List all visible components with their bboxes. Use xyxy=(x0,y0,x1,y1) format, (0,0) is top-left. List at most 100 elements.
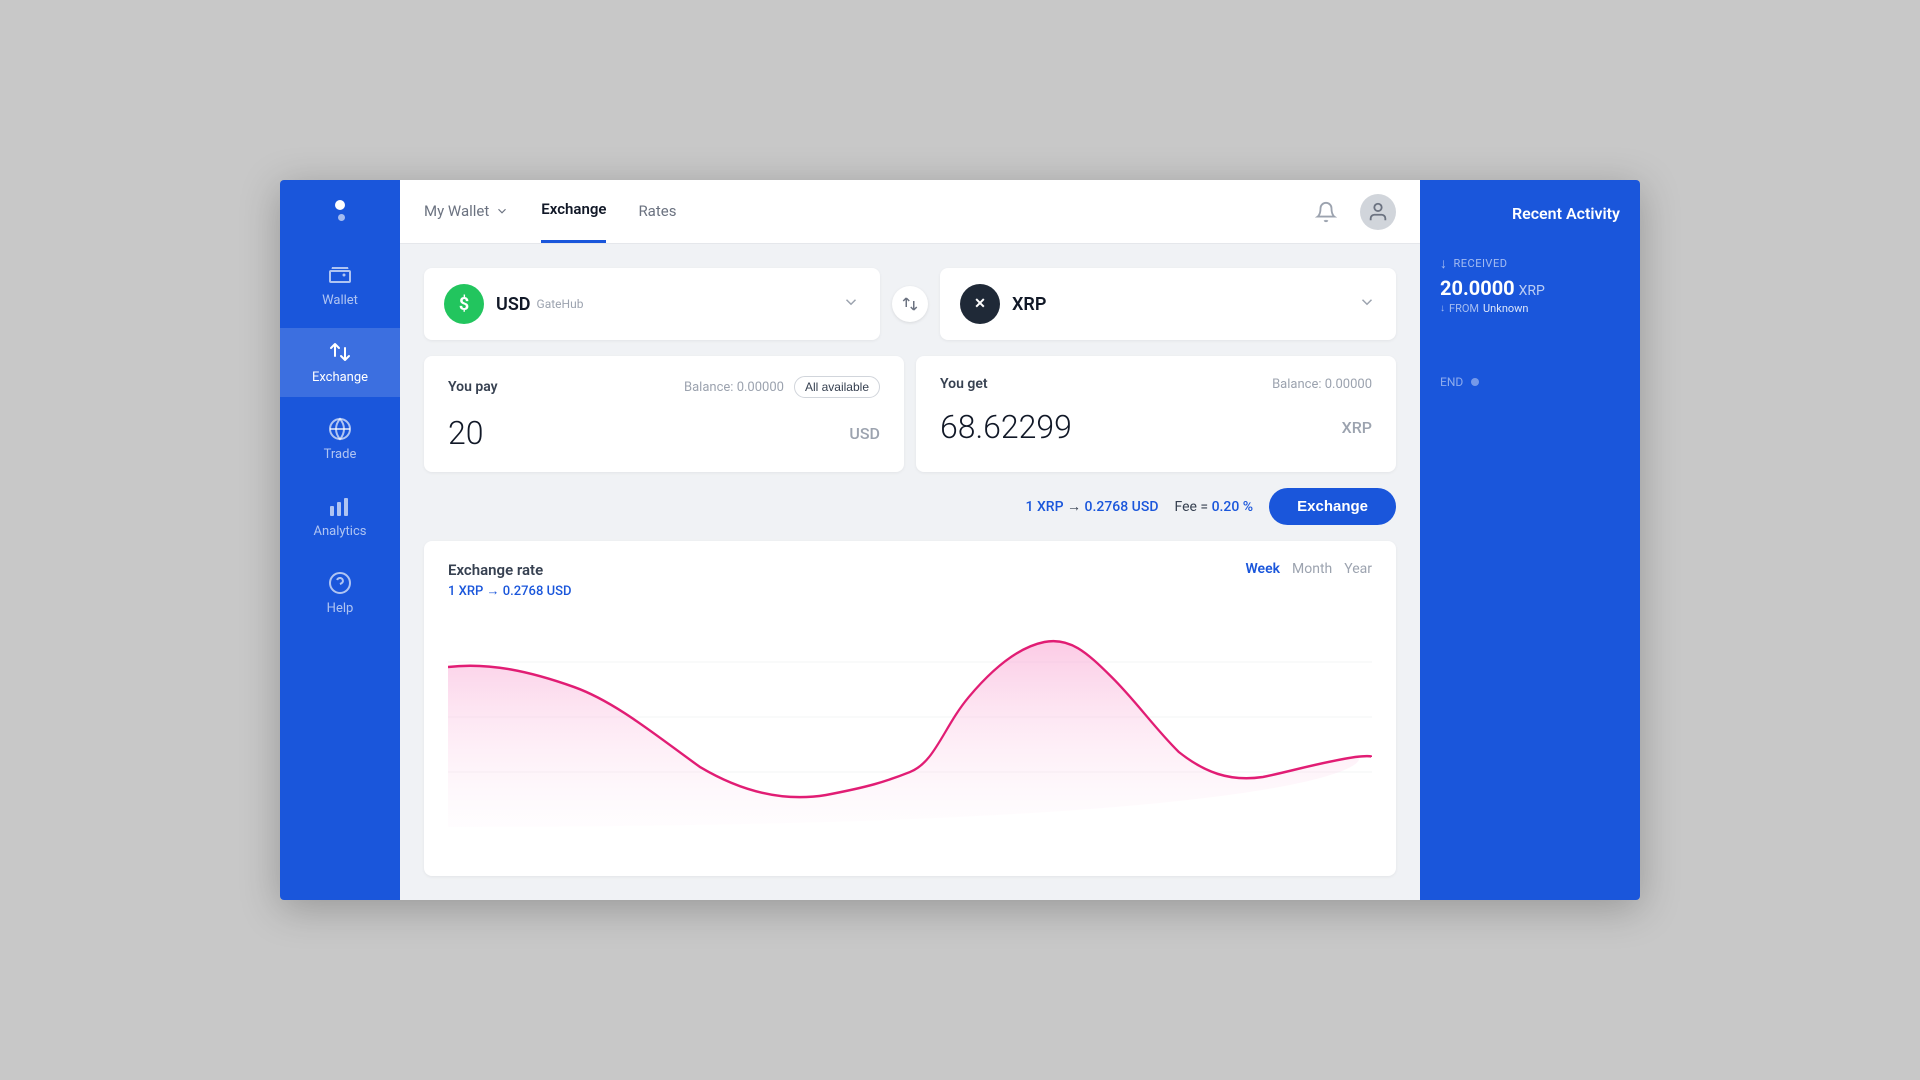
you-pay-label: You pay xyxy=(448,379,498,395)
sidebar-item-help[interactable]: Help xyxy=(280,559,400,628)
sidebar-item-wallet[interactable]: Wallet xyxy=(280,251,400,320)
rate-row: 1 XRP → 0.2768 USD Fee = 0.20 % Exchange xyxy=(424,488,1396,525)
header: My Wallet Exchange Rates xyxy=(400,180,1420,244)
chart-subtitle-from: 1 XRP xyxy=(448,584,483,599)
xrp-icon: ✕ xyxy=(960,284,1000,324)
wallet-icon xyxy=(328,263,352,287)
nav-my-wallet[interactable]: My Wallet xyxy=(424,180,509,243)
to-amount-currency: XRP xyxy=(1342,418,1372,437)
main-content: My Wallet Exchange Rates xyxy=(400,180,1420,900)
logo-dot-2 xyxy=(338,214,345,221)
usd-icon: $ xyxy=(444,284,484,324)
chart-subtitle: 1 XRP → 0.2768 USD xyxy=(448,583,571,599)
chart-title-area: Exchange rate 1 XRP → 0.2768 USD xyxy=(448,561,571,599)
you-pay-header: You pay Balance: 0.00000 All available xyxy=(448,376,880,398)
period-year[interactable]: Year xyxy=(1344,561,1372,577)
to-currency-name: XRP xyxy=(1012,294,1046,315)
nav-exchange[interactable]: Exchange xyxy=(541,180,606,243)
chart-svg xyxy=(448,607,1372,827)
swap-button[interactable] xyxy=(892,286,928,322)
to-currency-selector[interactable]: ✕ XRP xyxy=(940,268,1396,340)
rate-to: 0.2768 USD xyxy=(1085,499,1159,515)
to-amount-row: 68.62299 XRP xyxy=(940,408,1372,446)
chart-subtitle-to: 0.2768 USD xyxy=(503,584,572,599)
from-amount-value: 20 xyxy=(448,414,484,452)
activity-amount-value: 20.0000 xyxy=(1440,276,1515,300)
fee-value: 0.20 % xyxy=(1212,499,1254,515)
balance-text: Balance: 0.00000 xyxy=(684,380,784,395)
from-balance-value: 0.00000 xyxy=(737,380,784,395)
you-get-card: You get Balance: 0.00000 68.62299 XRP xyxy=(916,356,1396,472)
sidebar-nav: Wallet Exchange Trade xyxy=(280,251,400,628)
recent-activity-title: Recent Activity xyxy=(1440,204,1620,223)
analytics-icon xyxy=(328,494,352,518)
chart-period-selector: Week Month Year xyxy=(1245,561,1372,577)
activity-end: END xyxy=(1440,375,1620,389)
user-icon xyxy=(1367,201,1389,223)
logo-dot-1 xyxy=(335,200,345,210)
from-currency-name: USD xyxy=(496,294,531,315)
to-chevron-down-icon xyxy=(1358,293,1376,315)
chevron-down-icon xyxy=(495,204,509,218)
activity-received-label: ↓ RECEIVED xyxy=(1440,255,1620,272)
to-amount-value: 68.62299 xyxy=(940,408,1072,446)
right-panel: Recent Activity ↓ RECEIVED 20.0000 XRP ↓… xyxy=(1420,180,1640,900)
help-icon xyxy=(328,571,352,595)
sidebar-item-analytics[interactable]: Analytics xyxy=(280,482,400,551)
sidebar-item-help-label: Help xyxy=(327,601,354,616)
to-balance-area: Balance: 0.00000 xyxy=(1272,377,1372,392)
swap-icon xyxy=(901,295,919,313)
sidebar-item-exchange[interactable]: Exchange xyxy=(280,328,400,397)
sidebar-item-trade-label: Trade xyxy=(324,447,357,462)
currency-selector-row: $ USD GateHub ✕ xyxy=(424,268,1396,340)
chart-area-fill xyxy=(448,641,1359,827)
amount-row: You pay Balance: 0.00000 All available 2… xyxy=(424,356,1396,472)
you-get-label: You get xyxy=(940,376,988,392)
from-chevron-icon: ↓ xyxy=(1440,303,1445,314)
chart-title: Exchange rate xyxy=(448,561,571,579)
header-nav: My Wallet Exchange Rates xyxy=(424,180,676,243)
activity-amount-row: 20.0000 XRP xyxy=(1440,276,1620,300)
to-balance-text: Balance: 0.00000 xyxy=(1272,377,1372,392)
sidebar-item-wallet-label: Wallet xyxy=(322,293,358,308)
period-week[interactable]: Week xyxy=(1245,561,1280,577)
sidebar: Wallet Exchange Trade xyxy=(280,180,400,900)
you-get-header: You get Balance: 0.00000 xyxy=(940,376,1372,392)
exchange-icon xyxy=(328,340,352,364)
from-amount-row: 20 USD xyxy=(448,414,880,452)
rate-info: 1 XRP → 0.2768 USD xyxy=(1026,498,1159,515)
activity-from-value: Unknown xyxy=(1483,302,1528,315)
trade-icon xyxy=(328,417,352,441)
header-right xyxy=(1308,194,1396,230)
from-chevron-down-icon xyxy=(842,293,860,315)
notification-bell[interactable] xyxy=(1308,194,1344,230)
sidebar-item-trade[interactable]: Trade xyxy=(280,405,400,474)
from-amount-currency: USD xyxy=(849,424,880,443)
nav-rates[interactable]: Rates xyxy=(638,180,676,243)
from-currency-issuer: GateHub xyxy=(537,297,584,311)
app-window: Wallet Exchange Trade xyxy=(280,180,1640,900)
fee-info: Fee = 0.20 % xyxy=(1174,499,1253,515)
sidebar-item-analytics-label: Analytics xyxy=(314,524,367,539)
chart-arrow-icon: → xyxy=(487,584,503,599)
activity-item: ↓ RECEIVED 20.0000 XRP ↓ FROM Unknown xyxy=(1440,255,1620,315)
rate-arrow: → xyxy=(1067,499,1084,515)
user-avatar[interactable] xyxy=(1360,194,1396,230)
exchange-rate-chart xyxy=(448,607,1372,827)
from-currency-selector[interactable]: $ USD GateHub xyxy=(424,268,880,340)
end-dot-icon xyxy=(1471,378,1479,386)
sidebar-item-exchange-label: Exchange xyxy=(312,370,368,385)
fee-label: Fee = xyxy=(1174,499,1208,515)
you-pay-card: You pay Balance: 0.00000 All available 2… xyxy=(424,356,904,472)
activity-from-row: ↓ FROM Unknown xyxy=(1440,302,1620,315)
to-balance-value: 0.00000 xyxy=(1325,377,1372,392)
chart-card: Exchange rate 1 XRP → 0.2768 USD Week Mo… xyxy=(424,541,1396,876)
exchange-button[interactable]: Exchange xyxy=(1269,488,1396,525)
logo xyxy=(335,200,345,221)
all-available-button[interactable]: All available xyxy=(794,376,880,398)
rate-from: 1 XRP xyxy=(1026,499,1064,515)
period-month[interactable]: Month xyxy=(1292,561,1332,577)
down-arrow-icon: ↓ xyxy=(1440,255,1448,272)
from-balance-area: Balance: 0.00000 All available xyxy=(684,376,880,398)
chart-header: Exchange rate 1 XRP → 0.2768 USD Week Mo… xyxy=(448,561,1372,599)
